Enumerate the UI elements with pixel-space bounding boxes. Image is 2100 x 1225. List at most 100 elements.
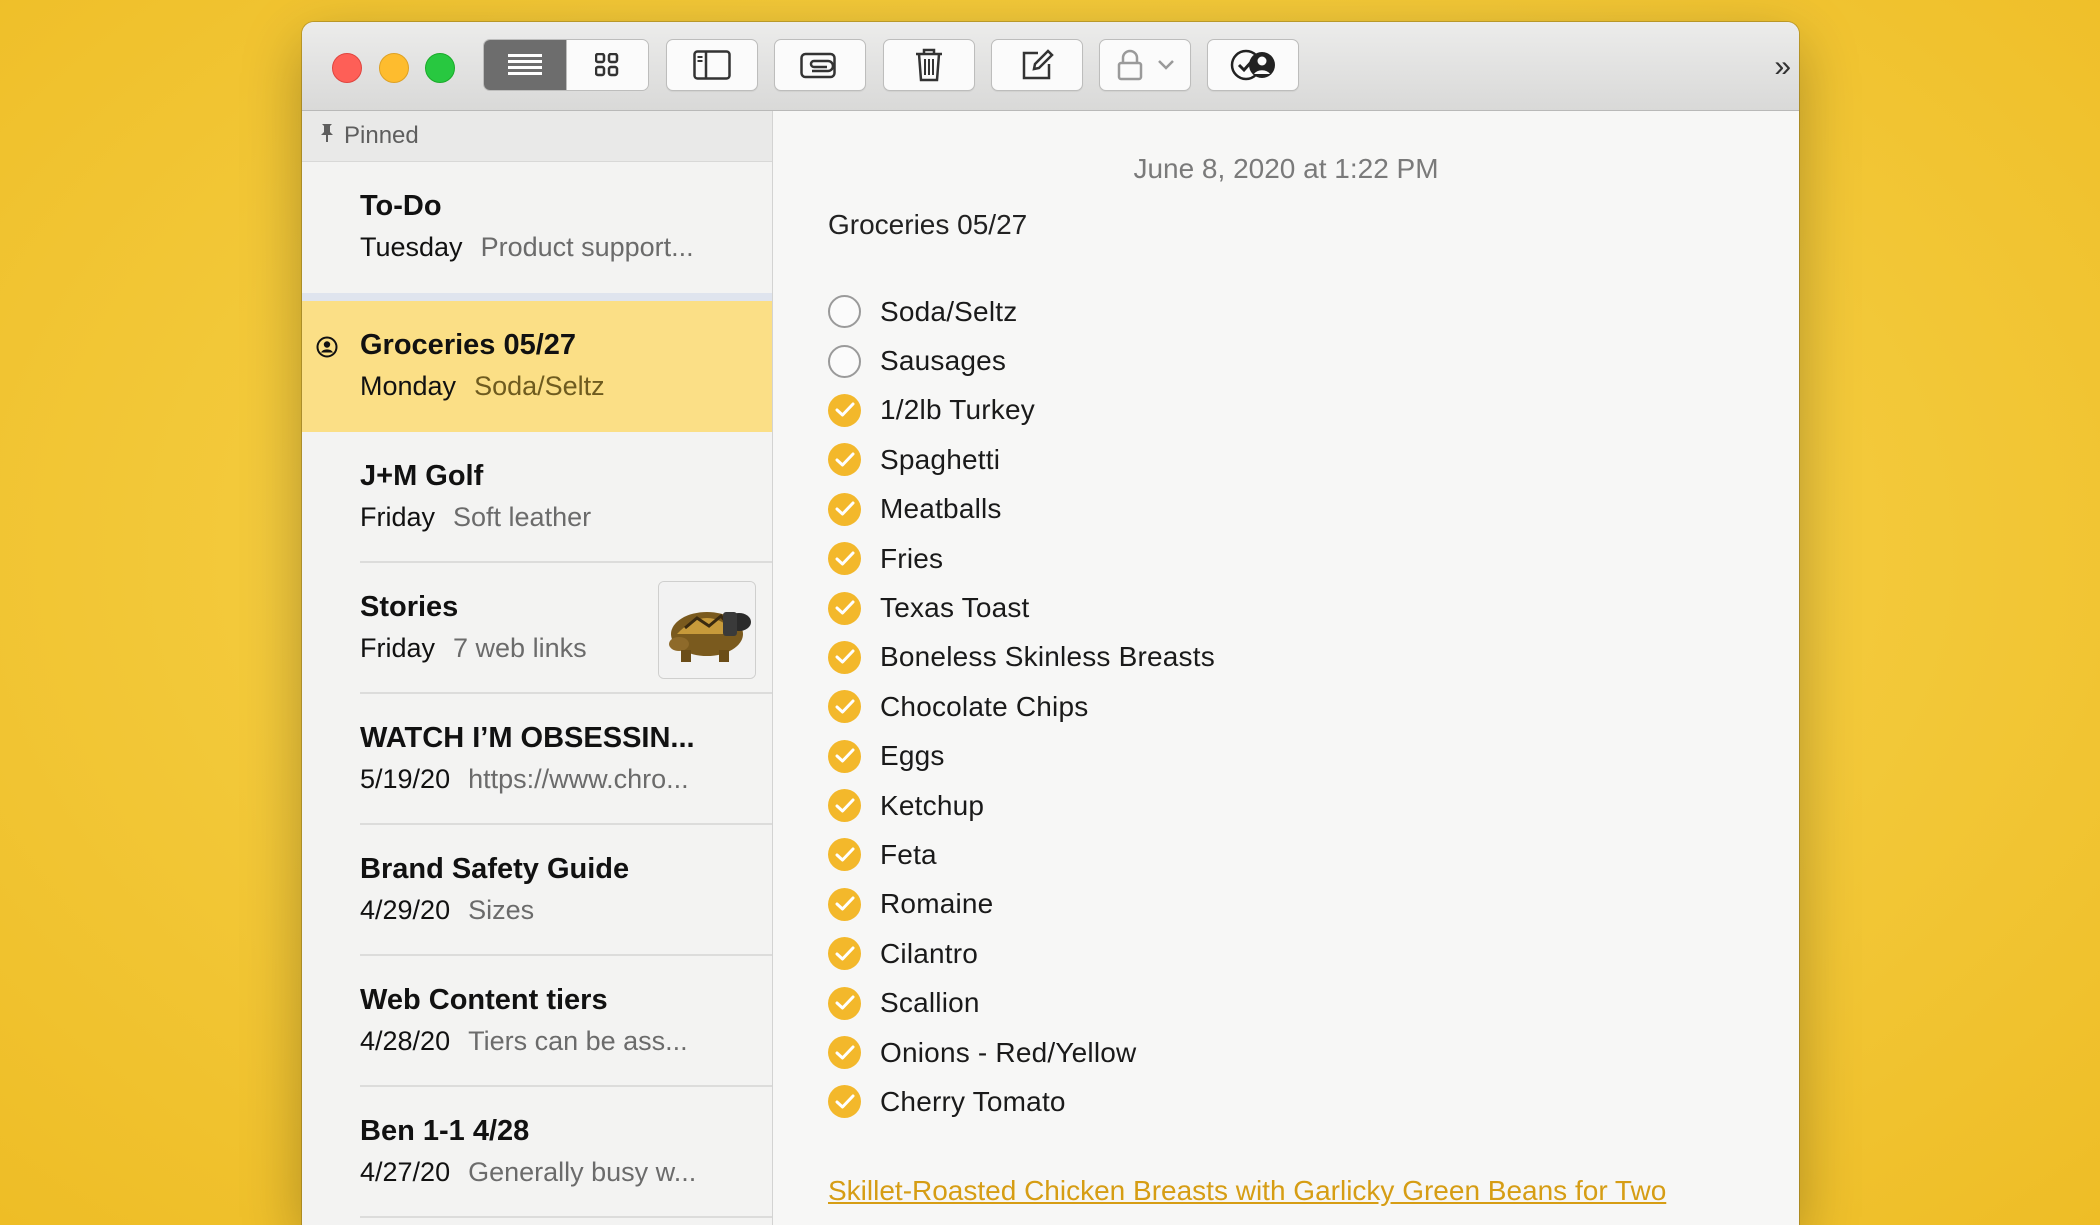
checklist-item-text[interactable]: Spaghetti [880,444,1000,476]
note-date: 4/27/20 [360,1157,451,1187]
note-date: Monday [360,371,457,401]
note-date: Friday [360,633,436,663]
checklist: Soda/Seltz Sausages 1/2lb Turkey Spaghetti M… [828,287,1215,1127]
note-thumbnail-image [658,581,756,679]
collaborate-button[interactable] [1207,39,1299,91]
note-editor[interactable]: June 8, 2020 at 1:22 PM Groceries 05/27 … [773,111,1799,1225]
checklist-item: Scallion [828,978,1215,1027]
checked-checkbox-icon[interactable] [828,887,861,921]
unchecked-checkbox-icon[interactable] [828,344,861,378]
note-date: Tuesday [360,232,463,262]
note-title: Ben 1-1 4/28 [360,1115,530,1147]
zoom-window-button[interactable] [425,53,455,83]
checklist-item-text[interactable]: Ketchup [880,790,984,822]
notes-list: Pinned To-Do Tuesday Product support... G… [302,111,773,1225]
sidebar-icon [693,50,731,80]
note-preview: 7 web links [453,633,587,663]
note-item-jm-golf[interactable]: J+M Golf Friday Soft leather [302,432,772,563]
pin-icon [320,123,334,149]
checked-checkbox-icon[interactable] [828,1036,861,1070]
checklist-item: Fries [828,534,1215,583]
checklist-item-text[interactable]: Romaine [880,888,993,920]
checklist-item-text[interactable]: Boneless Skinless Breasts [880,641,1215,673]
checklist-item: Chocolate Chips [828,682,1215,731]
note-preview: Generally busy w... [468,1157,697,1187]
unchecked-checkbox-icon[interactable] [828,295,861,329]
checklist-item-text[interactable]: Feta [880,839,937,871]
checked-checkbox-icon[interactable] [828,443,861,477]
attachments-button[interactable] [774,39,866,91]
note-preview: Product support... [480,232,694,262]
pinned-section-header: Pinned [302,111,772,162]
checklist-item-text[interactable]: 1/2lb Turkey [880,394,1035,426]
checklist-item-text[interactable]: Chocolate Chips [880,691,1088,723]
note-heading[interactable]: Groceries 05/27 [828,209,1027,241]
checklist-item-text[interactable]: Cilantro [880,938,978,970]
toolbar: » [302,22,1799,111]
note-preview: Soda/Seltz [474,371,605,401]
checked-checkbox-icon[interactable] [828,937,861,971]
checklist-item: Romaine [828,880,1215,929]
note-item-stories[interactable]: Stories Friday 7 web links [302,563,772,694]
checklist-item: Spaghetti [828,435,1215,484]
checked-checkbox-icon[interactable] [828,789,861,823]
checked-checkbox-icon[interactable] [828,739,861,773]
checked-checkbox-icon[interactable] [828,838,861,872]
checked-checkbox-icon[interactable] [828,591,861,625]
checklist-item: Soda/Seltz [828,287,1215,336]
checklist-item-text[interactable]: Eggs [880,740,945,772]
compose-icon [1022,49,1054,80]
close-window-button[interactable] [332,53,362,83]
note-title: J+M Golf [360,460,484,492]
checklist-item-text[interactable]: Meatballs [880,493,1002,525]
checklist-item-text[interactable]: Cherry Tomato [880,1086,1066,1118]
note-title: To-Do [360,190,442,222]
checked-checkbox-icon[interactable] [828,393,861,427]
pinned-label: Pinned [344,122,419,149]
note-item-watch[interactable]: WATCH I’M OBSESSIN... 5/19/20 https://www… [302,694,772,825]
checklist-item: Cherry Tomato [828,1077,1215,1126]
note-preview: https://www.chro... [468,764,689,794]
note-item-web-content[interactable]: Web Content tiers 4/28/20 Tiers can be as… [302,956,772,1087]
checked-checkbox-icon[interactable] [828,986,861,1020]
note-title: Brand Safety Guide [360,853,630,885]
toggle-sidebar-button[interactable] [666,39,758,91]
new-note-button[interactable] [991,39,1083,91]
minimize-window-button[interactable] [379,53,409,83]
note-title: Stories [360,591,459,623]
lock-note-button[interactable] [1099,39,1191,91]
gallery-view-button[interactable] [566,40,648,90]
list-view-button[interactable] [484,40,566,90]
checked-checkbox-icon[interactable] [828,640,861,674]
checklist-item-text[interactable]: Fries [880,543,943,575]
note-item-brand-safety[interactable]: Brand Safety Guide 4/29/20 Sizes [302,825,772,956]
note-item-groceries[interactable]: Groceries 05/27 Monday Soda/Seltz [302,301,772,432]
checklist-item-text[interactable]: Scallion [880,987,980,1019]
checked-checkbox-icon[interactable] [828,492,861,526]
note-title: Groceries 05/27 [360,329,577,361]
delete-button[interactable] [883,39,975,91]
note-title: WATCH I’M OBSESSIN... [360,722,695,754]
checklist-item: Boneless Skinless Breasts [828,633,1215,682]
collaborate-icon [1230,49,1275,81]
note-divider [360,1216,772,1218]
checklist-item-text[interactable]: Texas Toast [880,592,1030,624]
checked-checkbox-icon[interactable] [828,542,861,576]
note-preview: Soft leather [453,502,592,532]
checklist-item: Onions - Red/Yellow [828,1028,1215,1077]
checklist-item: Feta [828,830,1215,879]
note-date: Friday [360,502,436,532]
note-date: 4/28/20 [360,1026,451,1056]
checked-checkbox-icon[interactable] [828,1085,861,1119]
pinned-divider [302,293,772,301]
more-toolbar-items-icon[interactable]: » [1774,50,1791,84]
note-item-to-do[interactable]: To-Do Tuesday Product support... [302,162,772,293]
checklist-item-text[interactable]: Onions - Red/Yellow [880,1037,1136,1069]
note-item-ben[interactable]: Ben 1-1 4/28 4/27/20 Generally busy w... [302,1087,772,1218]
recipe-link[interactable]: Skillet-Roasted Chicken Breasts with Gar… [828,1175,1666,1207]
note-timestamp: June 8, 2020 at 1:22 PM [1133,153,1439,184]
checklist-item-text[interactable]: Soda/Seltz [880,296,1017,328]
checklist-item-text[interactable]: Sausages [880,345,1006,377]
notes-window: » Pinned To-Do Tuesday Product support...… [302,22,1799,1225]
checked-checkbox-icon[interactable] [828,690,861,724]
